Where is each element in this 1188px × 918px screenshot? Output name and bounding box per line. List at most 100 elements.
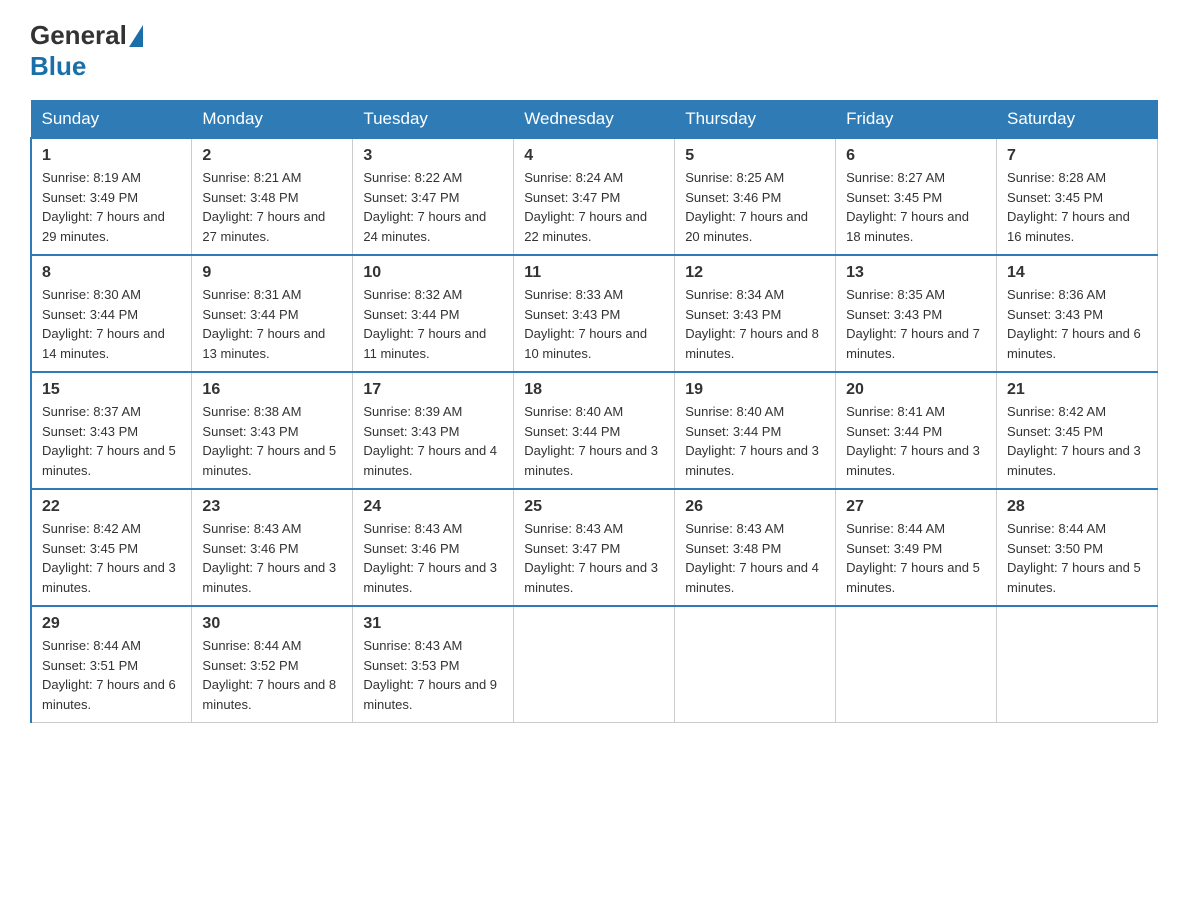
day-info: Sunrise: 8:22 AMSunset: 3:47 PMDaylight:…	[363, 168, 503, 246]
day-info: Sunrise: 8:43 AMSunset: 3:53 PMDaylight:…	[363, 636, 503, 714]
calendar-cell: 30 Sunrise: 8:44 AMSunset: 3:52 PMDayligh…	[192, 606, 353, 723]
calendar-cell: 21Sunrise: 8:42 AMSunset: 3:45 PMDayligh…	[997, 372, 1158, 489]
calendar-cell: 17 Sunrise: 8:39 AMSunset: 3:43 PMDayligh…	[353, 372, 514, 489]
day-info: Sunrise: 8:37 AMSunset: 3:43 PMDaylight:…	[42, 402, 181, 480]
col-header-saturday: Saturday	[997, 101, 1158, 139]
day-info: Sunrise: 8:43 AMSunset: 3:48 PMDaylight:…	[685, 519, 825, 597]
day-info: Sunrise: 8:43 AMSunset: 3:46 PMDaylight:…	[202, 519, 342, 597]
calendar-cell: 23 Sunrise: 8:43 AMSunset: 3:46 PMDayligh…	[192, 489, 353, 606]
calendar-cell: 7 Sunrise: 8:28 AMSunset: 3:45 PMDaylight…	[997, 138, 1158, 255]
calendar-cell: 2 Sunrise: 8:21 AMSunset: 3:48 PMDaylight…	[192, 138, 353, 255]
calendar-cell: 22 Sunrise: 8:42 AMSunset: 3:45 PMDayligh…	[31, 489, 192, 606]
day-info: Sunrise: 8:44 AMSunset: 3:52 PMDaylight:…	[202, 636, 342, 714]
calendar-cell: 31 Sunrise: 8:43 AMSunset: 3:53 PMDayligh…	[353, 606, 514, 723]
calendar-cell: 10 Sunrise: 8:32 AMSunset: 3:44 PMDayligh…	[353, 255, 514, 372]
day-number: 16	[202, 381, 342, 399]
day-info: Sunrise: 8:34 AMSunset: 3:43 PMDaylight:…	[685, 285, 825, 363]
calendar-cell: 11Sunrise: 8:33 AMSunset: 3:43 PMDayligh…	[514, 255, 675, 372]
calendar-cell: 14 Sunrise: 8:36 AMSunset: 3:43 PMDayligh…	[997, 255, 1158, 372]
day-info: Sunrise: 8:33 AMSunset: 3:43 PMDaylight:…	[524, 285, 664, 363]
day-number: 23	[202, 498, 342, 516]
day-number: 13	[846, 264, 986, 282]
day-number: 10	[363, 264, 503, 282]
day-info: Sunrise: 8:43 AMSunset: 3:47 PMDaylight:…	[524, 519, 664, 597]
day-number: 17	[363, 381, 503, 399]
day-number: 1	[42, 147, 181, 165]
day-info: Sunrise: 8:40 AMSunset: 3:44 PMDaylight:…	[685, 402, 825, 480]
day-number: 29	[42, 615, 181, 633]
day-number: 9	[202, 264, 342, 282]
day-info: Sunrise: 8:35 AMSunset: 3:43 PMDaylight:…	[846, 285, 986, 363]
logo-general-text: General	[30, 20, 127, 51]
day-number: 6	[846, 147, 986, 165]
day-number: 3	[363, 147, 503, 165]
day-info: Sunrise: 8:31 AMSunset: 3:44 PMDaylight:…	[202, 285, 342, 363]
day-number: 28	[1007, 498, 1147, 516]
day-number: 14	[1007, 264, 1147, 282]
day-info: Sunrise: 8:28 AMSunset: 3:45 PMDaylight:…	[1007, 168, 1147, 246]
day-number: 4	[524, 147, 664, 165]
calendar-cell: 16 Sunrise: 8:38 AMSunset: 3:43 PMDayligh…	[192, 372, 353, 489]
week-row-3: 15Sunrise: 8:37 AMSunset: 3:43 PMDayligh…	[31, 372, 1158, 489]
day-info: Sunrise: 8:24 AMSunset: 3:47 PMDaylight:…	[524, 168, 664, 246]
day-info: Sunrise: 8:30 AMSunset: 3:44 PMDaylight:…	[42, 285, 181, 363]
day-info: Sunrise: 8:39 AMSunset: 3:43 PMDaylight:…	[363, 402, 503, 480]
day-info: Sunrise: 8:42 AMSunset: 3:45 PMDaylight:…	[42, 519, 181, 597]
week-row-5: 29 Sunrise: 8:44 AMSunset: 3:51 PMDayligh…	[31, 606, 1158, 723]
day-number: 20	[846, 381, 986, 399]
calendar-cell	[675, 606, 836, 723]
day-number: 7	[1007, 147, 1147, 165]
day-info: Sunrise: 8:38 AMSunset: 3:43 PMDaylight:…	[202, 402, 342, 480]
calendar-cell	[836, 606, 997, 723]
week-row-2: 8 Sunrise: 8:30 AMSunset: 3:44 PMDaylight…	[31, 255, 1158, 372]
day-number: 18	[524, 381, 664, 399]
day-info: Sunrise: 8:25 AMSunset: 3:46 PMDaylight:…	[685, 168, 825, 246]
day-number: 8	[42, 264, 181, 282]
day-number: 2	[202, 147, 342, 165]
calendar-cell: 19 Sunrise: 8:40 AMSunset: 3:44 PMDayligh…	[675, 372, 836, 489]
calendar-cell: 18 Sunrise: 8:40 AMSunset: 3:44 PMDayligh…	[514, 372, 675, 489]
col-header-wednesday: Wednesday	[514, 101, 675, 139]
day-info: Sunrise: 8:36 AMSunset: 3:43 PMDaylight:…	[1007, 285, 1147, 363]
calendar-cell: 27Sunrise: 8:44 AMSunset: 3:49 PMDayligh…	[836, 489, 997, 606]
logo-blue-text: Blue	[30, 51, 86, 81]
day-info: Sunrise: 8:43 AMSunset: 3:46 PMDaylight:…	[363, 519, 503, 597]
calendar-cell: 5 Sunrise: 8:25 AMSunset: 3:46 PMDaylight…	[675, 138, 836, 255]
logo-triangle-icon	[129, 25, 143, 47]
col-header-thursday: Thursday	[675, 101, 836, 139]
week-row-1: 1Sunrise: 8:19 AMSunset: 3:49 PMDaylight…	[31, 138, 1158, 255]
day-number: 31	[363, 615, 503, 633]
day-number: 22	[42, 498, 181, 516]
calendar-cell: 1Sunrise: 8:19 AMSunset: 3:49 PMDaylight…	[31, 138, 192, 255]
col-header-tuesday: Tuesday	[353, 101, 514, 139]
day-info: Sunrise: 8:44 AMSunset: 3:51 PMDaylight:…	[42, 636, 181, 714]
logo: General Blue	[30, 20, 145, 82]
calendar-cell: 13 Sunrise: 8:35 AMSunset: 3:43 PMDayligh…	[836, 255, 997, 372]
calendar-cell	[514, 606, 675, 723]
calendar-cell: 3 Sunrise: 8:22 AMSunset: 3:47 PMDaylight…	[353, 138, 514, 255]
calendar-cell: 26 Sunrise: 8:43 AMSunset: 3:48 PMDayligh…	[675, 489, 836, 606]
calendar-cell	[997, 606, 1158, 723]
day-info: Sunrise: 8:32 AMSunset: 3:44 PMDaylight:…	[363, 285, 503, 363]
calendar-header-row: SundayMondayTuesdayWednesdayThursdayFrid…	[31, 101, 1158, 139]
day-info: Sunrise: 8:40 AMSunset: 3:44 PMDaylight:…	[524, 402, 664, 480]
calendar-cell: 20Sunrise: 8:41 AMSunset: 3:44 PMDayligh…	[836, 372, 997, 489]
day-number: 24	[363, 498, 503, 516]
calendar-cell: 8 Sunrise: 8:30 AMSunset: 3:44 PMDaylight…	[31, 255, 192, 372]
calendar-cell: 9 Sunrise: 8:31 AMSunset: 3:44 PMDaylight…	[192, 255, 353, 372]
page-header: General Blue	[30, 20, 1158, 82]
calendar-cell: 15Sunrise: 8:37 AMSunset: 3:43 PMDayligh…	[31, 372, 192, 489]
calendar-cell: 6 Sunrise: 8:27 AMSunset: 3:45 PMDaylight…	[836, 138, 997, 255]
day-info: Sunrise: 8:21 AMSunset: 3:48 PMDaylight:…	[202, 168, 342, 246]
calendar-cell: 12Sunrise: 8:34 AMSunset: 3:43 PMDayligh…	[675, 255, 836, 372]
calendar-cell: 29 Sunrise: 8:44 AMSunset: 3:51 PMDayligh…	[31, 606, 192, 723]
day-number: 27	[846, 498, 986, 516]
day-number: 30	[202, 615, 342, 633]
day-number: 5	[685, 147, 825, 165]
day-number: 19	[685, 381, 825, 399]
calendar-table: SundayMondayTuesdayWednesdayThursdayFrid…	[30, 100, 1158, 723]
col-header-friday: Friday	[836, 101, 997, 139]
calendar-cell: 25Sunrise: 8:43 AMSunset: 3:47 PMDayligh…	[514, 489, 675, 606]
day-number: 26	[685, 498, 825, 516]
day-info: Sunrise: 8:27 AMSunset: 3:45 PMDaylight:…	[846, 168, 986, 246]
